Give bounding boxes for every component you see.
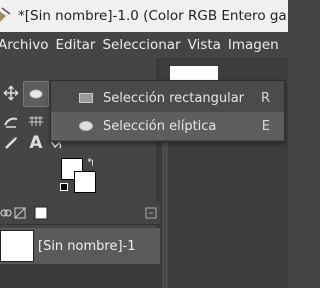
- menu-imagen[interactable]: Imagen: [228, 37, 284, 53]
- ellipse-select-menu-item[interactable]: Selección elíptica E: [51, 112, 284, 140]
- menubar: Archivo Editar Seleccionar Vista Imagen: [0, 32, 288, 58]
- rect-select-menu-item[interactable]: Selección rectangular R: [51, 84, 284, 112]
- window-title: *[Sin nombre]-1.0 (Color RGB Entero gamm…: [18, 8, 288, 24]
- layers-list: [Sin nombre]-1: [0, 228, 160, 288]
- layer-color-swatch[interactable]: [34, 206, 48, 220]
- ellipse-select-shortcut: E: [261, 118, 270, 134]
- menu-archivo[interactable]: Archivo: [0, 37, 53, 53]
- window-titlebar: *[Sin nombre]-1.0 (Color RGB Entero gamm…: [0, 0, 288, 32]
- gimp-app-icon: [0, 6, 16, 26]
- ellipse-select-label: Selección elíptica: [103, 118, 217, 134]
- selection-tools-popup: Selección rectangular R Selección elípti…: [50, 80, 285, 142]
- ellipse-select-tool-icon[interactable]: [23, 81, 49, 107]
- menu-seleccionar[interactable]: Seleccionar: [102, 37, 185, 53]
- background-color-swatch[interactable]: [74, 171, 96, 193]
- layer-thumbnail: [0, 230, 34, 262]
- layers-toolbar: [0, 202, 160, 225]
- ellipse-select-icon: [79, 121, 93, 131]
- layer-name: [Sin nombre]-1: [38, 238, 136, 254]
- menu-editar[interactable]: Editar: [55, 37, 100, 53]
- rect-select-label: Selección rectangular: [103, 90, 245, 106]
- menu-vista[interactable]: Vista: [188, 37, 226, 53]
- swap-colors-icon[interactable]: ↰: [86, 156, 95, 169]
- grid-tool-icon[interactable]: [25, 110, 47, 132]
- warp-tool-icon[interactable]: [0, 110, 22, 132]
- rect-select-shortcut: R: [260, 90, 270, 106]
- default-colors-icon[interactable]: [60, 183, 68, 191]
- paintbrush-tool-icon[interactable]: [0, 132, 22, 154]
- rect-select-icon: [79, 93, 93, 103]
- alpha-lock-icon[interactable]: [14, 207, 26, 219]
- move-tool-icon[interactable]: [0, 82, 22, 104]
- layer-row[interactable]: [Sin nombre]-1: [0, 228, 160, 264]
- chain-icon[interactable]: [0, 207, 12, 219]
- panel-menu-icon[interactable]: [145, 207, 157, 219]
- text-tool-glyph: A: [29, 133, 43, 153]
